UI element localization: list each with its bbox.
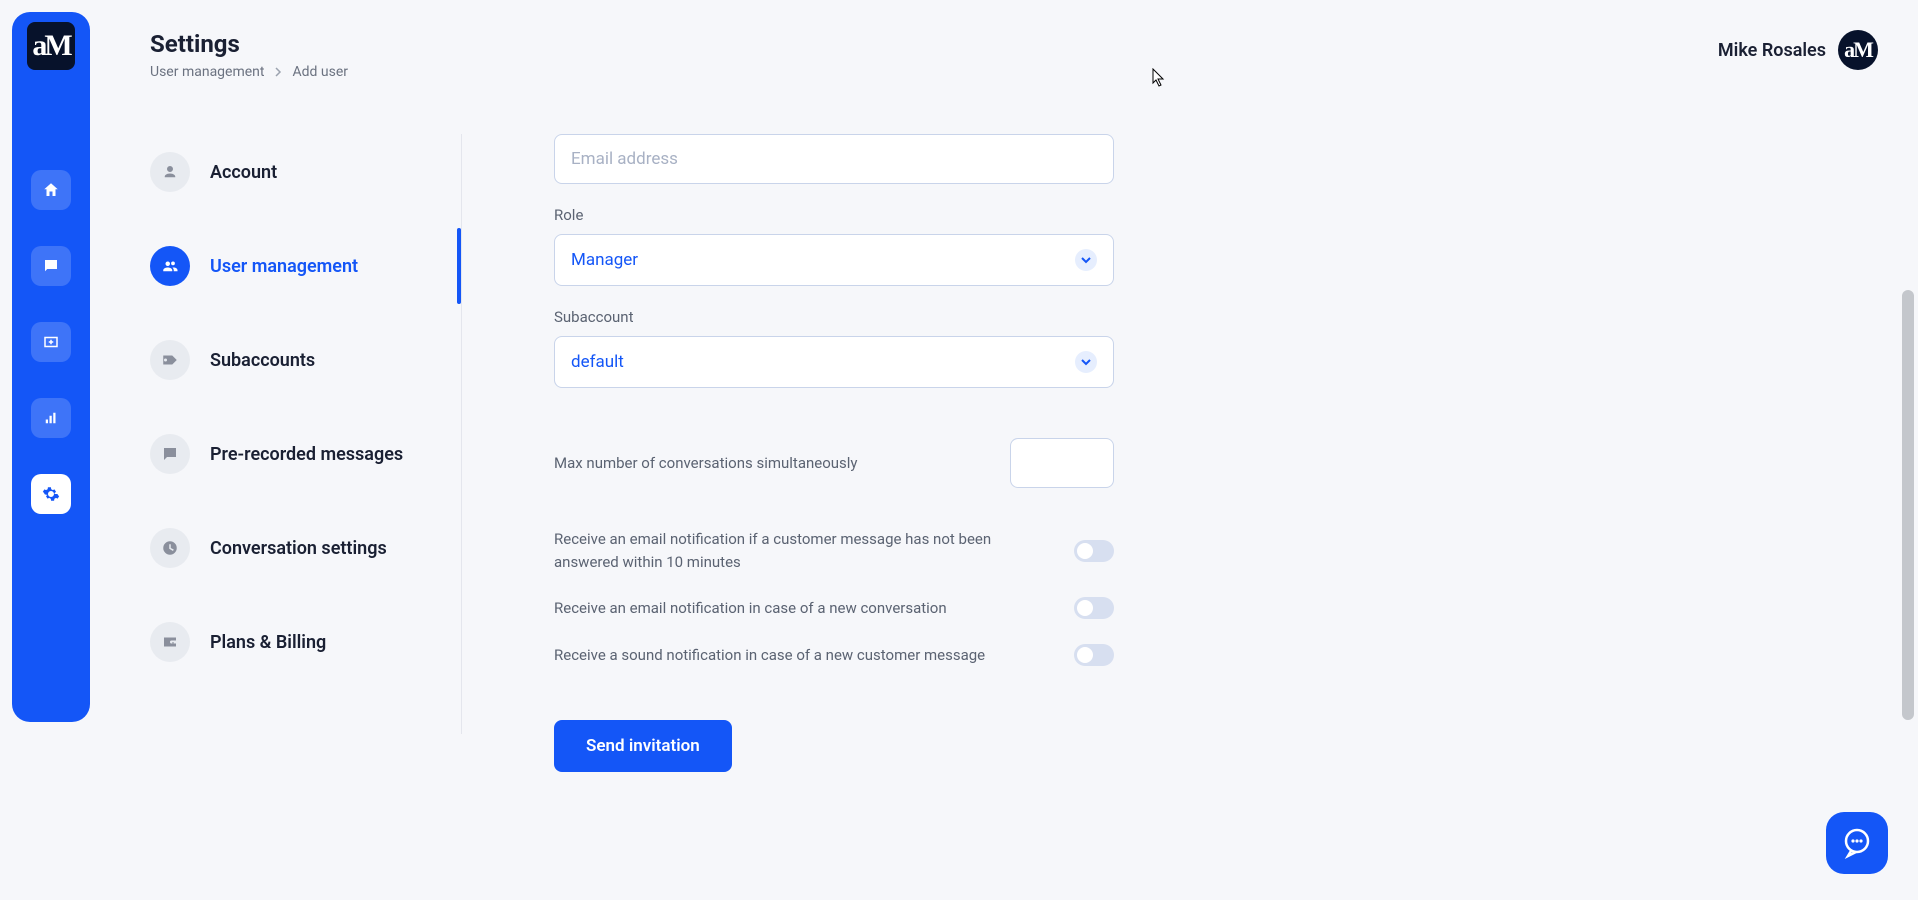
nav-label: Plans & Billing	[210, 632, 326, 653]
subaccount-select[interactable]: default	[554, 336, 1114, 388]
breadcrumb: User management Add user	[150, 64, 348, 80]
nav-label: Conversation settings	[210, 538, 387, 559]
message-icon	[150, 434, 190, 474]
chevron-down-icon	[1075, 249, 1097, 271]
send-invitation-button[interactable]: Send invitation	[554, 720, 732, 772]
person-icon	[150, 152, 190, 192]
toggle-sound-notif[interactable]	[1074, 644, 1114, 666]
nav-item-plans-billing[interactable]: Plans & Billing	[150, 604, 461, 680]
chevron-right-icon	[274, 67, 282, 77]
nav-item-prerecorded[interactable]: Pre-recorded messages	[150, 416, 461, 492]
home-icon	[42, 181, 60, 199]
user-name: Mike Rosales	[1718, 40, 1826, 61]
nav-label: Account	[210, 162, 277, 183]
gear-icon	[42, 485, 60, 503]
nav-item-account[interactable]: Account	[150, 134, 461, 210]
subaccount-label: Subaccount	[554, 308, 1114, 326]
role-value: Manager	[571, 250, 638, 270]
app-logo: aM	[27, 22, 75, 70]
breadcrumb-item[interactable]: User management	[150, 64, 264, 80]
avatar: aM	[1838, 30, 1878, 70]
email-field[interactable]	[554, 134, 1114, 184]
toggle-new-conv-email[interactable]	[1074, 597, 1114, 619]
page-title: Settings	[150, 30, 348, 58]
role-select[interactable]: Manager	[554, 234, 1114, 286]
max-conversations-label: Max number of conversations simultaneous…	[554, 454, 1010, 472]
tag-icon	[150, 340, 190, 380]
toggle-label-sound-notif: Receive a sound notification in case of …	[554, 644, 1074, 667]
nav-label: User management	[210, 256, 358, 277]
subaccount-value: default	[571, 352, 624, 372]
inbox-icon	[42, 333, 60, 351]
nav-item-user-management[interactable]: User management	[150, 228, 461, 304]
max-conversations-input[interactable]	[1010, 438, 1114, 488]
sidebar-nav-settings[interactable]	[31, 474, 71, 514]
page-header: Settings User management Add user Mike R…	[150, 30, 1878, 80]
add-user-form: Role Manager Subaccount default Max numb…	[554, 134, 1114, 772]
role-label: Role	[554, 206, 1114, 224]
sidebar-nav-chat[interactable]	[31, 246, 71, 286]
primary-sidebar: aM	[12, 12, 90, 722]
people-icon	[150, 246, 190, 286]
vertical-scrollbar[interactable]	[1902, 130, 1914, 740]
wallet-icon	[150, 622, 190, 662]
chat-icon	[42, 257, 60, 275]
toggle-label-unanswered-email: Receive an email notification if a custo…	[554, 528, 1074, 573]
sidebar-nav-analytics[interactable]	[31, 398, 71, 438]
user-menu[interactable]: Mike Rosales aM	[1718, 30, 1878, 70]
clock-icon	[150, 528, 190, 568]
chat-widget-button[interactable]	[1826, 812, 1888, 874]
nav-item-subaccounts[interactable]: Subaccounts	[150, 322, 461, 398]
scrollbar-thumb[interactable]	[1902, 290, 1914, 720]
sidebar-nav-inbox[interactable]	[31, 322, 71, 362]
settings-nav: Account User management Subaccounts Pre-…	[150, 134, 462, 734]
chat-bubble-icon	[1841, 827, 1873, 859]
nav-label: Pre-recorded messages	[210, 444, 403, 465]
toggle-label-new-conv-email: Receive an email notification in case of…	[554, 597, 1074, 620]
chevron-down-icon	[1075, 351, 1097, 373]
bar-chart-icon	[42, 409, 60, 427]
breadcrumb-item: Add user	[292, 64, 348, 80]
nav-item-conversation-settings[interactable]: Conversation settings	[150, 510, 461, 586]
toggle-unanswered-email[interactable]	[1074, 540, 1114, 562]
sidebar-nav-home[interactable]	[31, 170, 71, 210]
nav-label: Subaccounts	[210, 350, 315, 371]
